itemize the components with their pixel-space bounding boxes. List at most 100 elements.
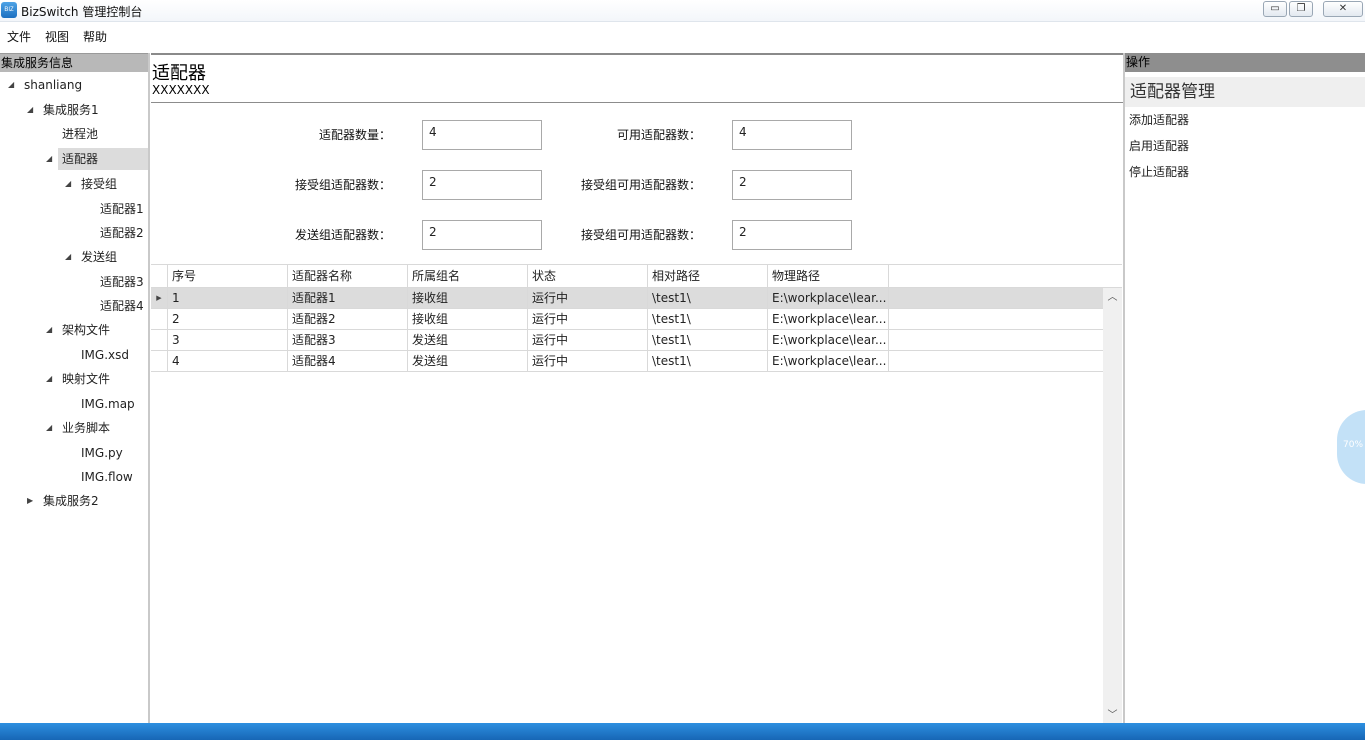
tree-node-map-files[interactable]: ◢ 映射文件 (0, 368, 148, 390)
tree-node-img-xsd[interactable]: IMG.xsd (0, 344, 148, 366)
menu-file[interactable]: 文件 (7, 28, 31, 45)
cell-physical-path[interactable]: E:\workplace\lear... (768, 351, 889, 371)
cell-relative-path[interactable]: \test1\ (648, 351, 768, 371)
menu-view[interactable]: 视图 (45, 28, 69, 45)
tree-node-adapter4[interactable]: 适配器4 (0, 295, 148, 317)
stop-adapter-action[interactable]: 停止适配器 (1129, 163, 1189, 180)
maximize-button[interactable]: ❐ (1289, 1, 1313, 17)
tree-node-img-flow[interactable]: IMG.flow (0, 466, 148, 488)
minimize-button[interactable]: ▭ (1263, 1, 1287, 17)
cell-name[interactable]: 适配器4 (288, 351, 408, 371)
cell-group[interactable]: 发送组 (408, 351, 528, 371)
table-header: 序号 适配器名称 所属组名 状态 相对路径 物理路径 (151, 265, 1122, 288)
current-row-indicator-icon: ▶ (151, 288, 168, 308)
tree-node-adapters[interactable]: ◢ 适配器 (0, 148, 148, 170)
expand-arrow-icon[interactable]: ◢ (65, 246, 71, 268)
menu-bar: 文件 视图 帮助 (0, 22, 1365, 52)
table-row[interactable]: ▶ 1 适配器1 接收组 运行中 \test1\ E:\workplace\le… (151, 288, 1103, 309)
scroll-up-icon[interactable]: ︿ (1103, 290, 1122, 306)
column-header-name[interactable]: 适配器名称 (288, 265, 408, 288)
tree-node-label: 发送组 (81, 250, 118, 264)
column-header-group[interactable]: 所属组名 (408, 265, 528, 288)
tree-node-label: 映射文件 (62, 372, 111, 386)
tree-node-label: 进程池 (62, 127, 99, 141)
tree-node-send-group[interactable]: ◢ 发送组 (0, 246, 148, 268)
cell-group[interactable]: 接收组 (408, 288, 528, 308)
cell-index[interactable]: 4 (168, 351, 288, 371)
tree-node-label: IMG.xsd (81, 348, 129, 362)
cell-physical-path[interactable]: E:\workplace\lear... (768, 309, 889, 329)
menu-help[interactable]: 帮助 (83, 28, 107, 45)
tree-node-receive-group[interactable]: ◢ 接受组 (0, 173, 148, 195)
cell-status[interactable]: 运行中 (528, 309, 648, 329)
tree-node-label: 适配器2 (100, 226, 144, 240)
cell-index[interactable]: 2 (168, 309, 288, 329)
send-group-count-label: 发送组适配器数： (294, 228, 391, 242)
cell-name[interactable]: 适配器1 (288, 288, 408, 308)
enable-adapter-action[interactable]: 启用适配器 (1129, 137, 1189, 154)
add-adapter-action[interactable]: 添加适配器 (1129, 111, 1189, 128)
cell-name[interactable]: 适配器2 (288, 309, 408, 329)
tree-node-img-map[interactable]: IMG.map (0, 393, 148, 415)
table-row[interactable]: 3 适配器3 发送组 运行中 \test1\ E:\workplace\lear… (151, 330, 1103, 351)
cell-index[interactable]: 1 (168, 288, 288, 308)
row-header[interactable] (151, 309, 168, 329)
column-header-index[interactable]: 序号 (168, 265, 288, 288)
row-header[interactable] (151, 351, 168, 371)
cell-relative-path[interactable]: \test1\ (648, 309, 768, 329)
column-header-status[interactable]: 状态 (528, 265, 648, 288)
expand-arrow-icon[interactable]: ◢ (46, 148, 52, 170)
tree-node-label: IMG.py (81, 446, 123, 460)
tree-node-process-pool[interactable]: 进程池 (0, 123, 148, 145)
tree-node-adapter1[interactable]: 适配器1 (0, 198, 148, 220)
adapter-count-label: 适配器数量： (318, 128, 391, 142)
cell-relative-path[interactable]: \test1\ (648, 330, 768, 350)
adapter-management-section: 适配器管理 (1125, 77, 1365, 107)
cell-group[interactable]: 接收组 (408, 309, 528, 329)
cell-name[interactable]: 适配器3 (288, 330, 408, 350)
tree-node-label: 接受组 (81, 177, 118, 191)
tree-node-business-scripts[interactable]: ◢ 业务脚本 (0, 417, 148, 439)
cell-physical-path[interactable]: E:\workplace\lear... (768, 330, 889, 350)
table-row[interactable]: 2 适配器2 接收组 运行中 \test1\ E:\workplace\lear… (151, 309, 1103, 330)
row-header[interactable] (151, 330, 168, 350)
tree-node-service1[interactable]: ◢ 集成服务1 (0, 99, 148, 121)
expand-arrow-icon[interactable]: ◢ (46, 319, 52, 341)
available-adapter-count-label: 可用适配器数： (616, 128, 701, 142)
expand-arrow-icon[interactable]: ◢ (46, 368, 52, 390)
column-header-relative-path[interactable]: 相对路径 (648, 265, 768, 288)
cell-group[interactable]: 发送组 (408, 330, 528, 350)
expand-arrow-icon[interactable]: ◢ (27, 99, 33, 121)
cell-index[interactable]: 3 (168, 330, 288, 350)
service-tree-header: 集成服务信息 (0, 53, 148, 72)
close-button[interactable]: ✕ (1323, 1, 1363, 17)
tree-node-adapter3[interactable]: 适配器3 (0, 271, 148, 293)
tree-node-img-py[interactable]: IMG.py (0, 442, 148, 464)
cell-physical-path[interactable]: E:\workplace\lear... (768, 288, 889, 308)
send-group-available-field[interactable]: 2 (732, 220, 852, 250)
expand-arrow-icon[interactable]: ◢ (46, 417, 52, 439)
tree-node-shanliang[interactable]: ◢ shanliang (0, 74, 148, 96)
cell-status[interactable]: 运行中 (528, 288, 648, 308)
tree-node-label: 适配器3 (100, 275, 144, 289)
column-header-physical-path[interactable]: 物理路径 (768, 265, 889, 288)
service-tree-panel: 集成服务信息 ◢ shanliang ◢ 集成服务1 进程池 ◢ 适配器 ◢ 接… (0, 53, 150, 723)
scroll-down-icon[interactable]: ﹀ (1103, 708, 1122, 724)
cell-status[interactable]: 运行中 (528, 351, 648, 371)
cell-status[interactable]: 运行中 (528, 330, 648, 350)
expand-arrow-icon[interactable]: ◢ (8, 74, 14, 96)
available-adapter-count-field[interactable]: 4 (732, 120, 852, 150)
adapter-detail-panel: 适配器 XXXXXXX 适配器数量： 4 可用适配器数： 4 接受组适配器数： … (151, 53, 1123, 726)
tree-node-schema-files[interactable]: ◢ 架构文件 (0, 319, 148, 341)
tree-node-service2[interactable]: ▶ 集成服务2 (0, 490, 148, 512)
tree-node-adapter2[interactable]: 适配器2 (0, 222, 148, 244)
expand-arrow-icon[interactable]: ◢ (65, 173, 71, 195)
tree-node-label: 适配器4 (100, 299, 144, 313)
tree-node-label: 适配器1 (100, 202, 144, 216)
receive-group-available-field[interactable]: 2 (732, 170, 852, 200)
collapse-arrow-icon[interactable]: ▶ (27, 490, 33, 512)
cell-relative-path[interactable]: \test1\ (648, 288, 768, 308)
table-row[interactable]: 4 适配器4 发送组 运行中 \test1\ E:\workplace\lear… (151, 351, 1103, 372)
tree-node-label: 集成服务2 (43, 494, 99, 508)
table-vertical-scrollbar[interactable]: ︿ ﹀ (1103, 288, 1122, 726)
